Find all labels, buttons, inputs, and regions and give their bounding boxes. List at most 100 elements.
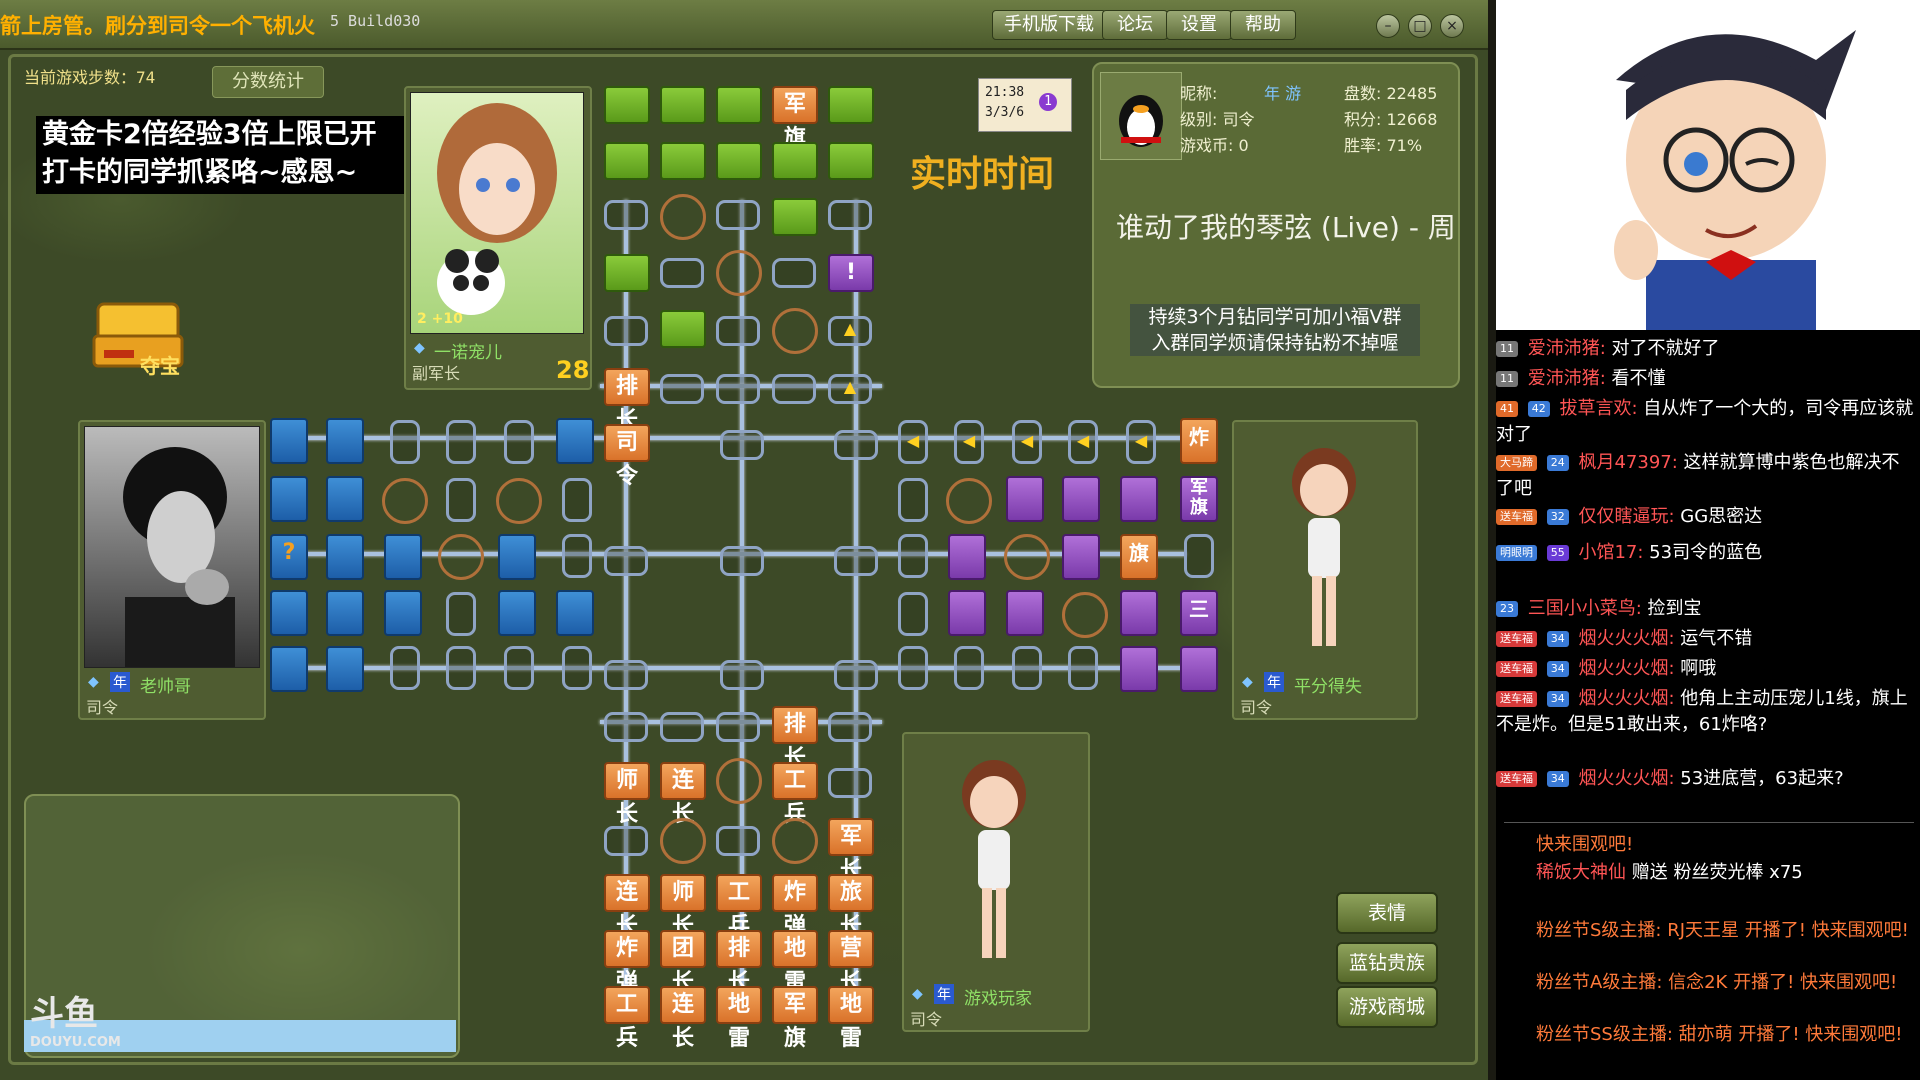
camp[interactable]	[660, 194, 706, 240]
orange-piece[interactable]: 地雷	[716, 986, 762, 1051]
chat-username[interactable]: 小馆17:	[1578, 542, 1643, 563]
empty-post[interactable]	[898, 646, 928, 690]
minimize-icon[interactable]: –	[1376, 14, 1400, 38]
empty-post[interactable]	[716, 200, 760, 230]
empty-post[interactable]	[504, 420, 534, 464]
green-piece[interactable]	[772, 142, 818, 180]
green-piece[interactable]	[660, 310, 706, 348]
blue-piece[interactable]	[270, 418, 308, 464]
empty-post[interactable]	[828, 712, 872, 742]
chat-username[interactable]: 烟火火火烟:	[1578, 768, 1674, 789]
blue-piece[interactable]	[498, 590, 536, 636]
blue-piece[interactable]	[556, 418, 594, 464]
empty-post[interactable]	[1068, 646, 1098, 690]
arrow-up-icon[interactable]: ▲	[828, 374, 872, 404]
empty-post[interactable]	[834, 660, 878, 690]
empty-post[interactable]	[898, 478, 928, 522]
green-piece[interactable]	[716, 142, 762, 180]
camp[interactable]	[438, 534, 484, 580]
system-message[interactable]: 粉丝节A级主播: 信念2K 开播了! 快来围观吧!	[1536, 970, 1916, 996]
blue-piece[interactable]	[326, 590, 364, 636]
green-piece[interactable]	[604, 142, 650, 180]
empty-post[interactable]	[604, 316, 648, 346]
empty-post[interactable]	[834, 430, 878, 460]
blue-piece[interactable]	[326, 418, 364, 464]
gift-sender[interactable]: 稀饭大神仙	[1536, 862, 1626, 883]
forum-button[interactable]: 论坛	[1102, 10, 1168, 40]
green-piece[interactable]	[604, 86, 650, 124]
blue-piece[interactable]	[270, 476, 308, 522]
empty-post[interactable]	[604, 200, 648, 230]
orange-piece-siling[interactable]: 司令	[604, 424, 650, 489]
system-message[interactable]: 粉丝节S级主播: RJ天王星 开播了! 快来围观吧!	[1536, 918, 1916, 944]
camp[interactable]	[716, 250, 762, 296]
purple-piece[interactable]	[1120, 590, 1158, 636]
green-piece[interactable]	[828, 142, 874, 180]
blue-piece[interactable]	[498, 534, 536, 580]
empty-post[interactable]	[720, 430, 764, 460]
empty-post[interactable]	[1184, 534, 1214, 578]
empty-post[interactable]	[716, 374, 760, 404]
orange-piece[interactable]: 工兵	[604, 986, 650, 1051]
green-piece[interactable]	[604, 254, 650, 292]
empty-post[interactable]	[660, 258, 704, 288]
green-piece[interactable]	[660, 142, 706, 180]
orange-piece[interactable]: 工兵	[716, 874, 762, 939]
empty-post[interactable]	[772, 374, 816, 404]
orange-piece[interactable]: 营长	[828, 930, 874, 995]
top-player-avatar[interactable]: 2 +10	[410, 92, 584, 334]
chat-username[interactable]: 三国小小菜鸟:	[1528, 598, 1642, 619]
orange-piece[interactable]: 地雷	[828, 986, 874, 1051]
purple-piece[interactable]	[1120, 646, 1158, 692]
empty-post[interactable]	[660, 712, 704, 742]
treasure-button[interactable]: 夺宝	[90, 292, 190, 382]
orange-piece-paizhang[interactable]: 排长	[604, 368, 650, 433]
purple-piece[interactable]	[948, 534, 986, 580]
game-shop-button[interactable]: 游戏商城	[1336, 986, 1438, 1028]
orange-piece[interactable]: 连长	[660, 986, 706, 1051]
green-piece[interactable]	[716, 86, 762, 124]
camp[interactable]	[1004, 534, 1050, 580]
green-piece[interactable]	[660, 86, 706, 124]
empty-post[interactable]	[446, 420, 476, 464]
orange-piece[interactable]: 旅长	[828, 874, 874, 939]
blue-piece[interactable]	[270, 590, 308, 636]
right-player-avatar[interactable]	[1238, 426, 1410, 666]
orange-piece[interactable]: 排长	[772, 706, 818, 771]
arrow-left-icon[interactable]: ◀	[1126, 420, 1156, 464]
empty-post[interactable]	[604, 826, 648, 856]
arrow-left-icon[interactable]: ◀	[1068, 420, 1098, 464]
green-flag-piece[interactable]: 军旗	[772, 86, 818, 151]
empty-post[interactable]	[604, 660, 648, 690]
chat-username[interactable]: 拔草言欢:	[1559, 398, 1637, 419]
empty-post[interactable]	[834, 546, 878, 576]
left-player-avatar[interactable]	[84, 426, 260, 668]
orange-piece[interactable]: 连长	[660, 762, 706, 827]
empty-post[interactable]	[1012, 646, 1042, 690]
blue-diamond-button[interactable]: 蓝钻贵族	[1336, 942, 1438, 984]
chat-username[interactable]: 枫月47397:	[1578, 452, 1677, 473]
close-icon[interactable]: ×	[1440, 14, 1464, 38]
green-piece[interactable]	[828, 86, 874, 124]
empty-post[interactable]	[898, 592, 928, 636]
help-button[interactable]: 帮助	[1230, 10, 1296, 40]
purple-piece[interactable]	[1062, 476, 1100, 522]
maximize-icon[interactable]: □	[1408, 14, 1432, 38]
chat-username[interactable]: 爱沛沛猪:	[1528, 368, 1606, 389]
purple-unknown-piece[interactable]: !	[828, 254, 874, 292]
orange-piece[interactable]: 军旗	[772, 986, 818, 1051]
orange-piece[interactable]: 师长	[604, 762, 650, 827]
empty-post[interactable]	[390, 646, 420, 690]
blue-piece[interactable]	[556, 590, 594, 636]
blue-piece[interactable]	[326, 534, 364, 580]
orange-piece[interactable]: 团长	[660, 930, 706, 995]
purple-piece[interactable]	[1006, 590, 1044, 636]
empty-post[interactable]	[720, 660, 764, 690]
camp[interactable]	[1062, 592, 1108, 638]
orange-piece[interactable]: 炸弹	[604, 930, 650, 995]
orange-piece-zha[interactable]: 炸	[1180, 418, 1218, 464]
empty-post[interactable]	[562, 646, 592, 690]
empty-post[interactable]	[562, 478, 592, 522]
empty-post[interactable]	[720, 546, 764, 576]
empty-post[interactable]	[716, 712, 760, 742]
